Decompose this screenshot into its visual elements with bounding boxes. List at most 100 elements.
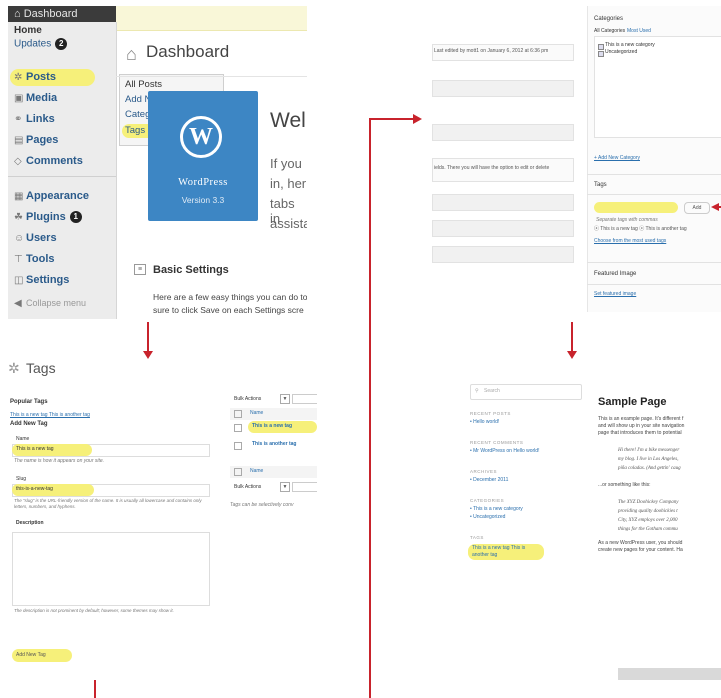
title-divider bbox=[116, 76, 307, 77]
intro-paragraph: This is an example page. It's different … bbox=[598, 416, 684, 437]
sidebar-item-label: Pages bbox=[26, 134, 59, 146]
add-new-tag-heading: Add New Tag bbox=[10, 421, 48, 427]
row-checkbox[interactable] bbox=[234, 442, 242, 450]
flyout-item-all-posts[interactable]: All Posts bbox=[125, 79, 162, 90]
tags-widget-heading: TAGS bbox=[470, 535, 484, 540]
tag-input-highlight[interactable] bbox=[594, 202, 678, 213]
flyout-item-tags[interactable]: Tags bbox=[125, 125, 145, 136]
popular-tags-heading: Popular Tags bbox=[10, 399, 48, 405]
recent-posts-heading: RECENT POSTS bbox=[470, 411, 511, 416]
wordpress-version: Version 3.3 bbox=[181, 195, 225, 205]
sidebar-item-label: Settings bbox=[26, 274, 70, 286]
basic-settings-heading: Basic Settings bbox=[153, 264, 229, 276]
table-header-row bbox=[230, 408, 317, 420]
dashboard-house-icon: ⌂ bbox=[126, 44, 137, 64]
search-icon: ⚲ bbox=[475, 388, 479, 394]
recent-comment-text: Mr WordPress on Hello world! bbox=[473, 448, 540, 454]
wordpress-version-badge: W WordPress Version 3.3 bbox=[148, 91, 258, 221]
sidebar-item-users[interactable]: ☺ Users bbox=[8, 228, 116, 249]
search-placeholder: Search bbox=[484, 388, 500, 394]
apply-button-bottom[interactable] bbox=[292, 482, 317, 492]
tag-cloud[interactable]: This is a new tag This is another tag bbox=[472, 545, 542, 559]
archive-link[interactable]: • December 2011 bbox=[470, 477, 508, 484]
chevron-down-icon[interactable]: ▼ bbox=[280, 394, 290, 404]
last-edited-text: Last edited by mott1 on January 6, 2012 … bbox=[434, 48, 549, 54]
sidebar-item-links[interactable]: ⚭ Links bbox=[8, 109, 116, 130]
arrow-up-to-editor bbox=[369, 118, 371, 698]
quote-line: The XYZ Doohickey Company bbox=[618, 500, 679, 505]
plugins-icon: ☘ bbox=[14, 212, 23, 223]
recent-comments-heading: RECENT COMMENTS bbox=[470, 440, 524, 445]
sidebar-item-label: Links bbox=[26, 113, 55, 125]
basic-settings-text: Here are a few easy things you can do to… bbox=[153, 291, 307, 317]
settings-icon: ◫ bbox=[14, 275, 24, 286]
sidebar-item-label: Appearance bbox=[26, 190, 89, 202]
featured-image-heading: Featured Image bbox=[594, 271, 637, 277]
chevron-down-icon[interactable]: ▼ bbox=[280, 482, 290, 492]
link-icon: ⚭ bbox=[14, 114, 23, 125]
add-new-category-link[interactable]: + Add New Category bbox=[594, 155, 640, 162]
slug-hint: The “slug” is the URL-friendly version o… bbox=[14, 498, 202, 509]
name-column-footer[interactable]: Name bbox=[250, 468, 263, 475]
category-link[interactable]: • This is a new category bbox=[470, 506, 523, 513]
category-item: Uncategorized bbox=[605, 49, 638, 55]
tag-description-field[interactable] bbox=[12, 532, 210, 606]
sidebar-item-pages[interactable]: ▤ Pages bbox=[8, 130, 116, 151]
sidebar-item-label: Users bbox=[26, 232, 57, 244]
set-featured-image-link[interactable]: Set featured image bbox=[594, 291, 636, 298]
recent-post-link[interactable]: • Hello world! bbox=[470, 419, 499, 426]
tag-chips[interactable]: ⓧ This is a new tag ⓧ This is another ta… bbox=[594, 226, 687, 233]
row-checkbox[interactable] bbox=[234, 424, 242, 432]
name-column-header[interactable]: Name bbox=[250, 410, 263, 417]
sidebar-item-posts[interactable]: ✲ Posts bbox=[8, 67, 116, 88]
updates-label: Updates bbox=[14, 38, 52, 50]
page-title: Dashboard bbox=[146, 42, 230, 61]
sidebar-item-label: Tools bbox=[26, 253, 55, 265]
sidebar-item-comments[interactable]: ◇ Comments bbox=[8, 151, 116, 172]
tag-slug-value: this-is-a-new-tag bbox=[16, 486, 53, 492]
add-new-tag-button[interactable]: Add New Tag bbox=[16, 652, 46, 659]
sidebar-item-home[interactable]: Home bbox=[14, 25, 42, 36]
recent-comment-link[interactable]: • Mr WordPress on Hello world! bbox=[470, 448, 539, 455]
tab-all-categories[interactable]: All Categories bbox=[594, 28, 625, 35]
arrow-stub bbox=[94, 680, 96, 698]
separate-tags-hint: Separate tags with commas bbox=[596, 217, 658, 223]
editor-strip bbox=[432, 194, 574, 211]
popular-tags-list[interactable]: This is a new tag This is another tag bbox=[10, 412, 90, 419]
section-divider bbox=[587, 194, 721, 195]
quote-line: my blog. I live in Los Angeles, bbox=[618, 457, 679, 462]
notice-bar bbox=[116, 6, 307, 31]
quote-line: piña coladas. (And gettin' caug bbox=[618, 466, 681, 471]
apply-button[interactable] bbox=[292, 394, 317, 404]
slug-label: Slug bbox=[16, 476, 27, 482]
table-row[interactable]: This is another tag bbox=[252, 441, 296, 448]
sidebar-item-settings[interactable]: ◫ Settings bbox=[8, 270, 116, 291]
sidebar-item-label: Media bbox=[26, 92, 58, 104]
admin-bar[interactable]: ⌂ Dashboard bbox=[8, 6, 116, 22]
sidebar-item-media[interactable]: ▣ Media bbox=[8, 88, 116, 109]
select-all-checkbox[interactable] bbox=[234, 410, 242, 418]
or-something-like-this: ...or something like this: bbox=[598, 482, 651, 488]
welcome-text-line: in, her bbox=[270, 176, 307, 191]
bulk-actions-select[interactable]: Bulk Actions bbox=[234, 396, 261, 403]
select-all-checkbox-footer[interactable] bbox=[234, 468, 242, 476]
sidebar-item-tools[interactable]: ⊤ Tools bbox=[8, 249, 116, 270]
add-tag-button[interactable]: Add bbox=[684, 202, 710, 214]
quote-line: providing quality doohickies t bbox=[618, 509, 678, 514]
sidebar-item-updates[interactable]: Updates 2 bbox=[14, 38, 68, 50]
dashboard-panel: ⌂ Dashboard Home Updates 2 ✲ Posts ▣ Media … bbox=[8, 6, 307, 319]
sidebar-item-plugins[interactable]: ☘ Plugins 1 bbox=[8, 207, 116, 228]
collapse-menu-button[interactable]: ◀ Collapse menu bbox=[8, 293, 116, 314]
choose-most-used-tags-link[interactable]: Choose from the most used tags bbox=[594, 238, 666, 245]
post-editor-panel: Last edited by mott1 on January 6, 2012 … bbox=[432, 6, 721, 312]
table-row[interactable]: This is a new tag bbox=[252, 423, 292, 430]
category-checkbox[interactable] bbox=[598, 51, 604, 57]
tab-most-used[interactable]: Most Used bbox=[627, 28, 651, 35]
bulk-actions-select-bottom[interactable]: Bulk Actions bbox=[234, 484, 261, 491]
category-link[interactable]: • Uncategorized bbox=[470, 514, 505, 521]
category-checkbox[interactable] bbox=[598, 44, 604, 50]
editor-strip bbox=[432, 220, 574, 237]
section-divider bbox=[587, 284, 721, 285]
arrow-right-segment bbox=[369, 118, 414, 120]
sidebar-item-appearance[interactable]: ▦ Appearance bbox=[8, 186, 116, 207]
